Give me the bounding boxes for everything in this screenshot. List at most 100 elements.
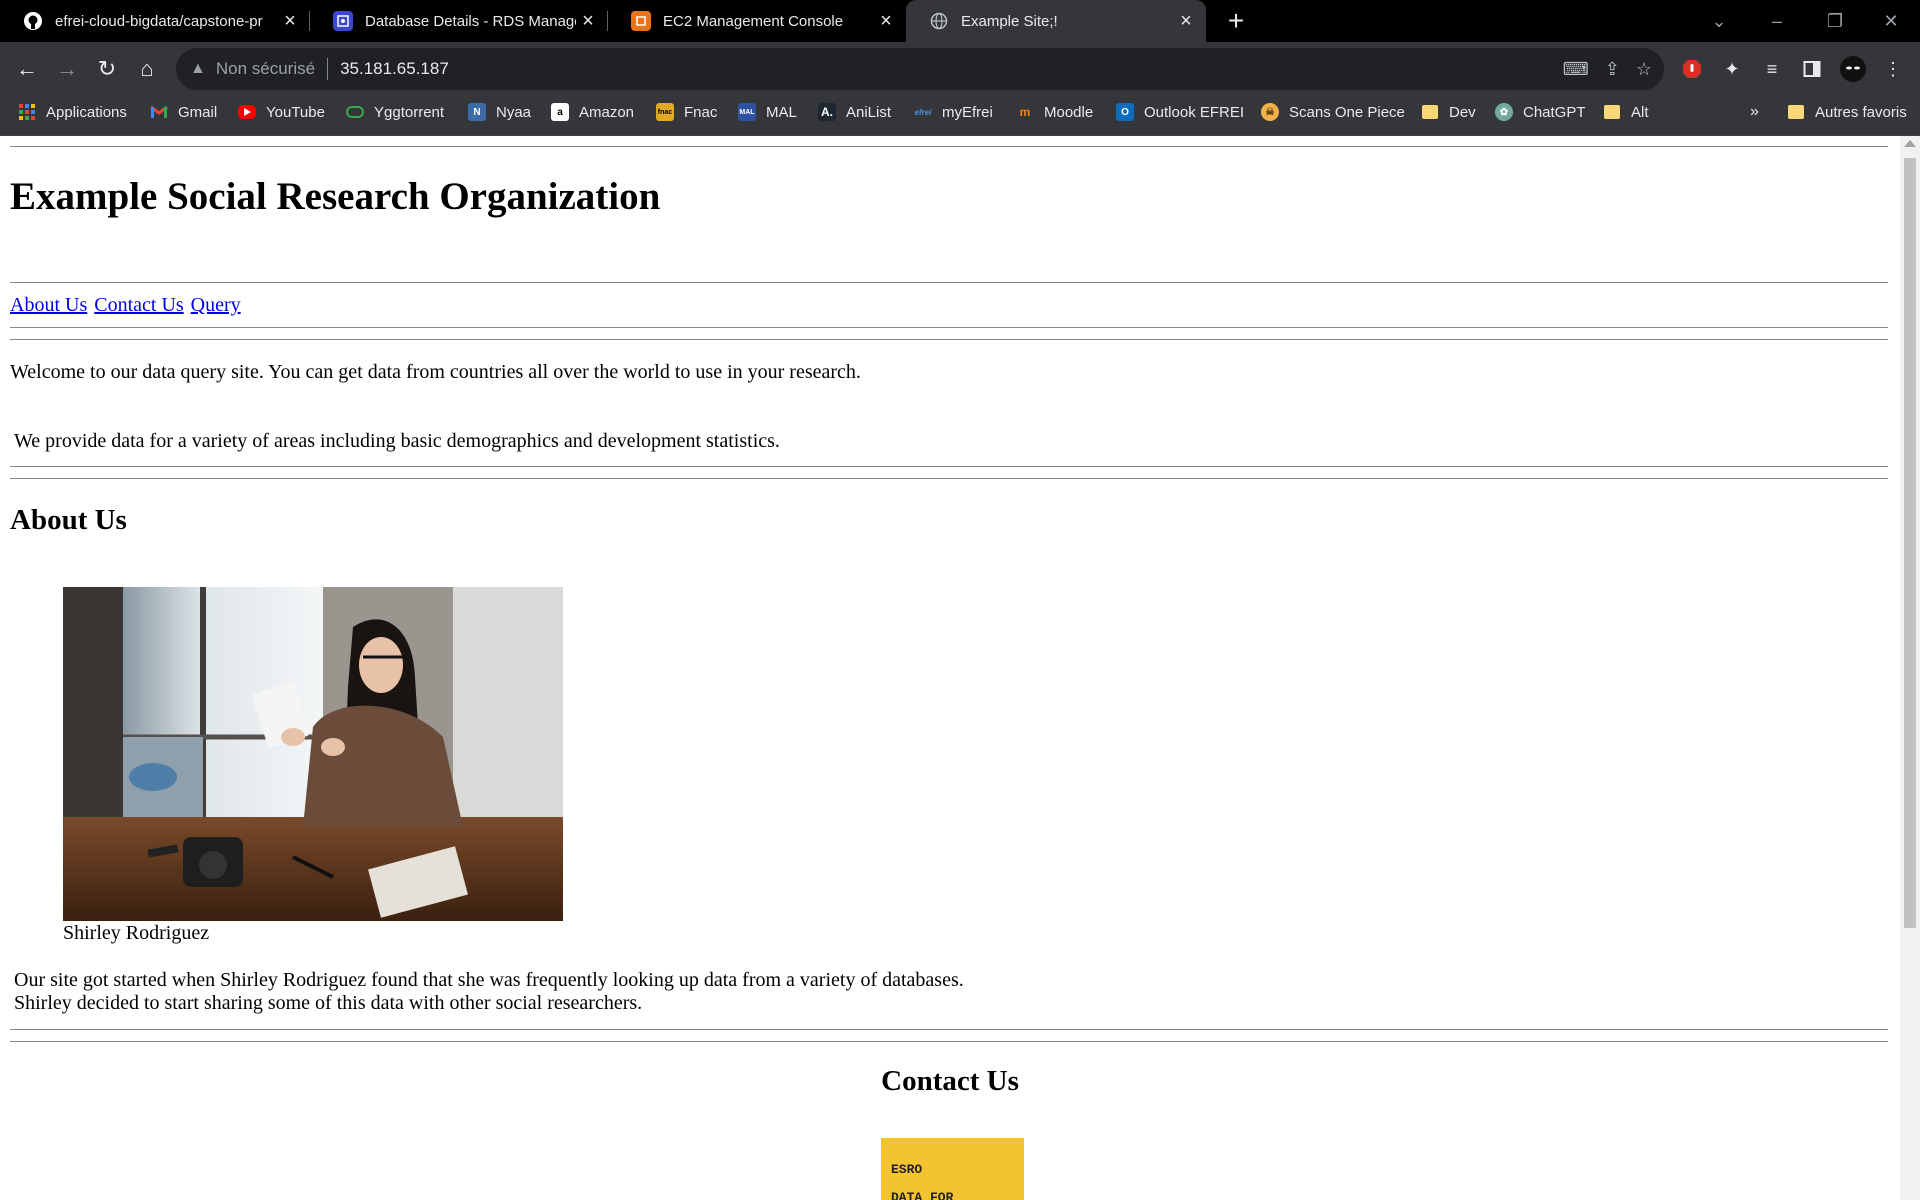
close-window-icon[interactable]: ✕	[1862, 0, 1920, 42]
home-button[interactable]: ⌂	[130, 52, 164, 86]
bookmark-label: Autres favoris	[1815, 103, 1907, 121]
divider	[10, 146, 1888, 147]
bookmark-label: AniList	[846, 103, 892, 121]
one-piece-icon: ☠	[1261, 103, 1279, 121]
bookmark-chatgpt[interactable]: ✿ ChatGPT	[1495, 96, 1586, 128]
tab-strip: efrei-cloud-bigdata/capstone-pr × Databa…	[0, 0, 1920, 42]
bookmark-gmail[interactable]: Gmail	[150, 96, 217, 128]
warning-icon[interactable]: ▲	[190, 60, 206, 78]
github-icon	[23, 11, 43, 31]
url-text[interactable]: 35.181.65.187	[340, 59, 449, 79]
bookmark-label: Fnac	[684, 103, 718, 121]
bookmark-mal[interactable]: MAL MAL	[738, 96, 797, 128]
nav-link-contact-us[interactable]: Contact Us	[94, 294, 183, 316]
bookmark-scans-one-piece[interactable]: ☠ Scans One Piece	[1261, 96, 1405, 128]
page-scrollbar[interactable]	[1900, 136, 1920, 1200]
translate-icon[interactable]: ⌨	[1563, 59, 1589, 80]
bookmark-myefrei[interactable]: efrei myEfrei	[914, 96, 993, 128]
bookmark-label: myEfrei	[942, 103, 993, 121]
esro-logo: ESRO DATA FOR	[881, 1138, 1024, 1200]
scroll-up-arrow-icon[interactable]	[1904, 140, 1916, 147]
security-label[interactable]: Non sécurisé	[216, 59, 315, 79]
tab-example-site[interactable]: Example Site;! ×	[906, 0, 1206, 42]
bookmark-folder-dev[interactable]: Dev	[1421, 96, 1476, 128]
tab-rds[interactable]: Database Details - RDS Managem ×	[310, 0, 608, 42]
bookmark-label: Outlook EFREI	[1144, 103, 1245, 121]
bookmark-yggtorrent[interactable]: Yggtorrent	[346, 96, 444, 128]
bookmark-label: Nyaa	[496, 103, 532, 121]
browser-toolbar: ← → ↻ ⌂ ▲ Non sécurisé 35.181.65.187 ⌨ ⇪…	[0, 42, 1920, 96]
bookmark-nyaa[interactable]: N Nyaa	[468, 96, 531, 128]
youtube-icon	[238, 105, 256, 119]
bookmark-label: Amazon	[579, 103, 635, 121]
menu-kebab-icon[interactable]: ⋮	[1878, 54, 1908, 84]
close-tab-icon[interactable]: ×	[576, 9, 600, 33]
tab-ec2[interactable]: EC2 Management Console ×	[608, 0, 906, 42]
restore-icon[interactable]: ❐	[1806, 0, 1864, 42]
side-panel-icon[interactable]	[1797, 54, 1827, 84]
moodle-icon: m	[1019, 105, 1031, 119]
bookmark-star-icon[interactable]: ☆	[1636, 59, 1652, 80]
back-button[interactable]: ←	[10, 52, 44, 86]
apps-grid-icon	[18, 103, 36, 121]
other-bookmarks-folder[interactable]: Autres favoris	[1787, 96, 1907, 128]
forward-button[interactable]: →	[50, 52, 84, 86]
bookmark-label: Applications	[46, 103, 127, 121]
bookmark-amazon[interactable]: a Amazon	[551, 96, 634, 128]
divider	[327, 58, 329, 80]
nav-link-query[interactable]: Query	[191, 294, 241, 316]
efrei-icon: efrei	[914, 107, 932, 117]
welcome-text: Welcome to our data query site. You can …	[10, 361, 861, 383]
outlook-icon: O	[1116, 103, 1134, 121]
bookmark-youtube[interactable]: YouTube	[238, 96, 325, 128]
bookmarks-bar: Applications Gmail YouTube Yggtorrent N …	[0, 96, 1920, 136]
tab-github[interactable]: efrei-cloud-bigdata/capstone-pr ×	[0, 0, 310, 42]
anilist-icon: A.	[818, 103, 836, 121]
logo-line: DATA FOR	[891, 1190, 954, 1200]
close-tab-icon[interactable]: ×	[1174, 9, 1198, 33]
nav-link-about-us[interactable]: About Us	[10, 294, 87, 316]
scrollbar-thumb[interactable]	[1904, 158, 1916, 928]
divider	[10, 466, 1888, 467]
tab-search-icon[interactable]: ⌄	[1690, 0, 1748, 42]
folder-icon	[1787, 103, 1805, 121]
bookmark-outlook-efrei[interactable]: O Outlook EFREI	[1116, 96, 1244, 128]
share-icon[interactable]: ⇪	[1605, 59, 1620, 80]
bookmark-label: Moodle	[1044, 103, 1094, 121]
page-title: Example Social Research Organization	[10, 175, 661, 218]
close-tab-icon[interactable]: ×	[278, 9, 302, 33]
omnibox-actions: ⌨ ⇪ ☆	[1563, 48, 1652, 90]
provide-text: We provide data for a variety of areas i…	[14, 430, 780, 452]
chatgpt-icon: ✿	[1495, 103, 1513, 121]
address-bar[interactable]: ▲ Non sécurisé 35.181.65.187 ⌨ ⇪ ☆	[176, 48, 1664, 90]
bookmark-folder-alt[interactable]: Alt	[1603, 96, 1649, 128]
bookmark-applications[interactable]: Applications	[18, 96, 127, 128]
about-text-line-2: Shirley decided to start sharing some of…	[14, 992, 643, 1014]
bookmark-anilist[interactable]: A. AniList	[818, 96, 891, 128]
extensions-puzzle-icon[interactable]: ✦	[1717, 54, 1747, 84]
bookmark-label: Dev	[1449, 103, 1476, 121]
bookmarks-overflow-button[interactable]: »	[1750, 96, 1759, 128]
about-us-heading: About Us	[10, 504, 127, 536]
logo-line: ESRO	[891, 1162, 923, 1177]
tab-title: Database Details - RDS Managem	[365, 12, 576, 30]
new-tab-button[interactable]: +	[1222, 5, 1250, 36]
site-nav: About Us Contact Us Query	[10, 294, 243, 317]
bookmark-moodle[interactable]: m Moodle	[1016, 96, 1094, 128]
bookmark-label: Yggtorrent	[374, 103, 445, 121]
amazon-icon: a	[551, 103, 569, 121]
divider	[10, 339, 1888, 340]
minimize-icon[interactable]: –	[1748, 0, 1806, 42]
ec2-icon	[631, 11, 651, 31]
folder-icon	[1421, 103, 1439, 121]
bookmark-fnac[interactable]: fnac Fnac	[656, 96, 717, 128]
close-tab-icon[interactable]: ×	[874, 9, 898, 33]
about-text-line-1: Our site got started when Shirley Rodrig…	[14, 969, 964, 991]
divider	[10, 327, 1888, 328]
bookmark-label: YouTube	[266, 103, 325, 121]
reload-button[interactable]: ↻	[90, 52, 124, 86]
divider	[10, 478, 1888, 479]
profile-avatar-icon[interactable]	[1838, 54, 1868, 84]
media-queue-icon[interactable]: ≡	[1757, 54, 1787, 84]
adblock-extension-icon[interactable]	[1677, 54, 1707, 84]
